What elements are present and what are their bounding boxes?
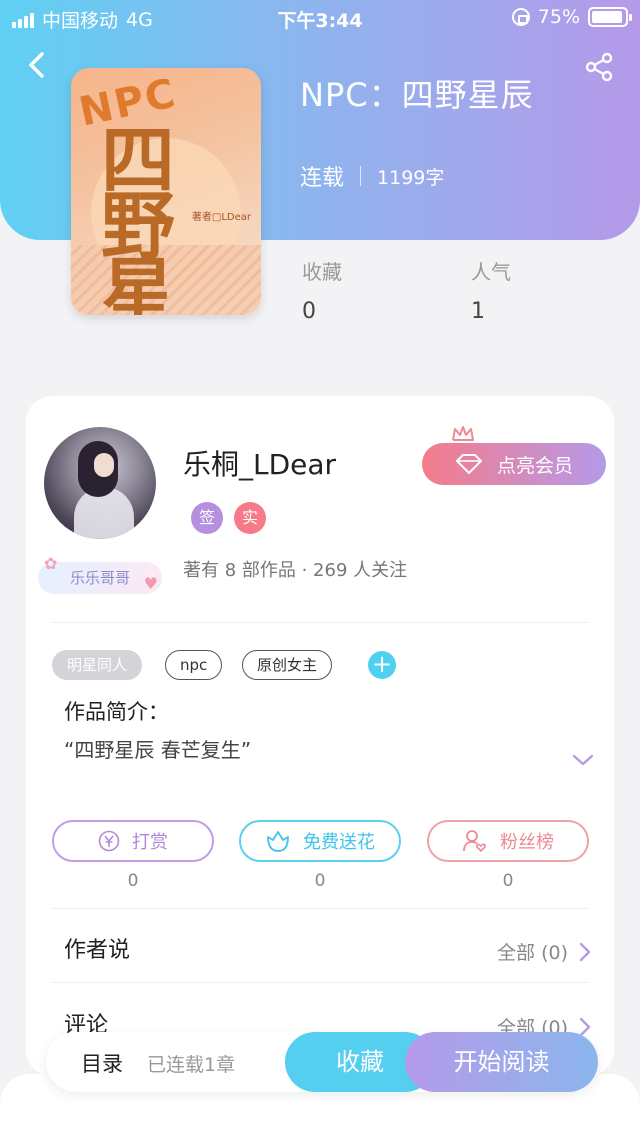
author-says-row[interactable]: 作者说 全部 (0): [64, 932, 592, 972]
flower-icon: [267, 831, 289, 852]
add-tag-button[interactable]: +: [368, 651, 396, 679]
genre-tag[interactable]: 原创女主: [242, 650, 333, 680]
divider: [52, 622, 588, 623]
author-says-more[interactable]: 全部 (0): [497, 938, 568, 965]
fans-rank-button[interactable]: 粉丝榜: [427, 820, 589, 862]
intro-heading: 作品简介：: [64, 700, 169, 724]
send-flower-button[interactable]: 免费送花: [239, 820, 401, 862]
word-count: 1199字: [377, 166, 445, 189]
book-detail-page: 中国移动 4G 下午3:44 75% NPC 四野星辰 著者□LDear NPC…: [0, 0, 640, 1139]
book-cover[interactable]: NPC 四野星辰 著者□LDear: [71, 68, 261, 315]
signed-badge: 签: [191, 502, 223, 534]
send-flower-label: 免费送花: [303, 832, 375, 853]
author-name[interactable]: 乐桐_LDear: [183, 443, 336, 483]
verified-badge: 实: [234, 502, 266, 534]
vip-button[interactable]: 点亮会员: [422, 443, 606, 485]
fans-count: 0: [502, 871, 514, 891]
stat-favorites-value: 0: [302, 299, 316, 324]
genre-tag[interactable]: 明星同人: [52, 650, 143, 680]
divider: [52, 982, 588, 983]
fans-rank-label: 粉丝榜: [500, 832, 554, 853]
back-icon[interactable]: [22, 50, 52, 80]
reward-button[interactable]: 打赏: [52, 820, 214, 862]
stat-popularity-value: 1: [471, 299, 485, 324]
serial-info: 已连载1章: [147, 1054, 236, 1076]
author-says-label: 作者说: [64, 938, 131, 963]
stat-favorites: 收藏 0: [302, 256, 342, 324]
rotation-lock-icon: [511, 8, 530, 26]
stat-popularity-label: 人气: [471, 260, 511, 284]
diamond-icon: [455, 454, 482, 474]
stat-popularity: 人气 1: [471, 256, 511, 324]
stat-favorites-label: 收藏: [302, 260, 342, 284]
reward-count: 0: [127, 871, 139, 891]
toc-button[interactable]: 目录: [81, 1048, 123, 1078]
vip-label: 点亮会员: [496, 454, 573, 477]
status-bar: 中国移动 4G 下午3:44 75%: [0, 0, 640, 36]
chevron-down-icon[interactable]: [572, 752, 594, 768]
battery-icon: [588, 7, 632, 27]
book-meta: 连载 1199字: [300, 160, 444, 192]
share-icon[interactable]: [584, 52, 614, 82]
author-badge: 乐乐哥哥: [38, 548, 162, 600]
yen-icon: [98, 830, 120, 852]
serial-status: 连载: [300, 166, 345, 191]
fan-user-icon: [463, 830, 486, 853]
author-works-info: 著有 8 部作品 · 269 人关注: [183, 560, 408, 581]
cover-signature: 著者□LDear: [191, 212, 251, 223]
start-reading-button[interactable]: 开始阅读: [405, 1032, 598, 1092]
crown-icon: [452, 426, 474, 441]
flower-count: 0: [314, 871, 326, 891]
book-title: NPC：四野星辰: [300, 76, 534, 114]
divider: [52, 908, 588, 909]
chevron-right-icon: [579, 942, 591, 962]
intro-text: “四野星辰 春芒复生”: [64, 738, 252, 762]
genre-tag[interactable]: npc: [165, 650, 223, 680]
battery-percent: 75%: [537, 6, 580, 28]
avatar[interactable]: [44, 427, 156, 539]
meta-divider: [360, 166, 362, 186]
reward-label: 打赏: [132, 832, 168, 853]
